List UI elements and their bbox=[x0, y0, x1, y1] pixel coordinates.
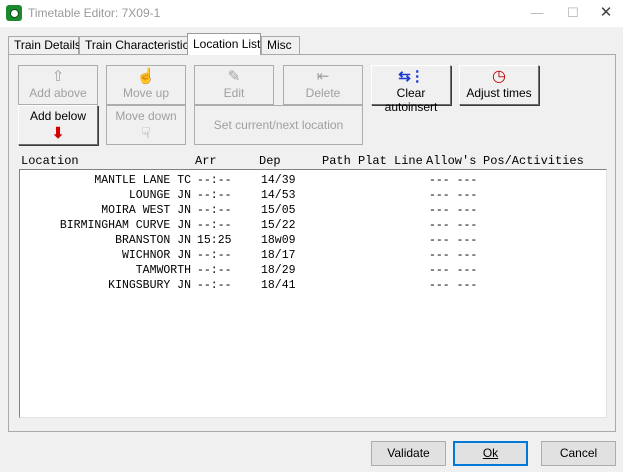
cancel-button[interactable]: Cancel bbox=[541, 441, 616, 466]
column-header-location: Location bbox=[21, 154, 79, 168]
allow-cell: --- --- bbox=[429, 279, 478, 292]
dep-cell: 18/17 bbox=[261, 249, 296, 262]
arrow-down-icon: ⬇ bbox=[51, 125, 65, 142]
tab-label: Location List bbox=[193, 37, 261, 51]
column-header-allows: Allow's bbox=[426, 154, 477, 168]
list-item[interactable]: BIRMINGHAM CURVE JN --:-- 15/22 --- --- bbox=[20, 218, 606, 233]
clock-icon: ◷ bbox=[492, 68, 506, 85]
arr-cell: 15:25 bbox=[197, 234, 232, 247]
column-header-arr: Arr bbox=[195, 154, 217, 168]
tab-location-list[interactable]: Location List bbox=[187, 33, 261, 55]
edit-label: Edit bbox=[223, 86, 245, 100]
ok-label: Ok bbox=[482, 446, 499, 460]
tab-train-details[interactable]: Train Details bbox=[8, 36, 81, 54]
dep-cell: 14/53 bbox=[261, 189, 296, 202]
cancel-label: Cancel bbox=[559, 446, 598, 460]
allow-cell: --- --- bbox=[429, 174, 478, 187]
location-cell: WICHNOR JN bbox=[121, 249, 191, 262]
adjust-times-label: Adjust times bbox=[466, 86, 532, 100]
arr-cell: --:-- bbox=[197, 204, 232, 217]
location-cell: BIRMINGHAM CURVE JN bbox=[59, 219, 191, 232]
location-listbox[interactable]: MANTLE LANE TC --:-- 14/39 --- --- LOUNG… bbox=[19, 169, 607, 418]
tab-bar: Train Details Train Characteristics Loca… bbox=[8, 33, 616, 56]
list-item[interactable]: MANTLE LANE TC --:-- 14/39 --- --- bbox=[20, 173, 606, 188]
tab-train-characteristics[interactable]: Train Characteristics bbox=[79, 36, 195, 54]
allow-cell: --- --- bbox=[429, 189, 478, 202]
move-up-label: Move up bbox=[122, 86, 170, 100]
arrow-up-icon: ⇧ bbox=[51, 68, 65, 85]
edit-button[interactable]: ✎ Edit bbox=[194, 65, 274, 105]
title-bar: Timetable Editor: 7X09-1 — ☐ ✕ bbox=[0, 0, 623, 28]
allow-cell: --- --- bbox=[429, 204, 478, 217]
location-cell: BRANSTON JN bbox=[115, 234, 191, 247]
app-icon bbox=[6, 5, 22, 21]
arr-cell: --:-- bbox=[197, 174, 232, 187]
add-below-button[interactable]: Add below ⬇ bbox=[18, 105, 98, 145]
dep-cell: 14/39 bbox=[261, 174, 296, 187]
location-cell: LOUNGE JN bbox=[128, 189, 191, 202]
validate-button[interactable]: Validate bbox=[371, 441, 446, 466]
close-button[interactable]: ✕ bbox=[589, 0, 623, 27]
list-item[interactable]: MOIRA WEST JN --:-- 15/05 --- --- bbox=[20, 203, 606, 218]
allow-cell: --- --- bbox=[429, 249, 478, 262]
arr-cell: --:-- bbox=[197, 189, 232, 202]
tab-label: Misc bbox=[267, 38, 292, 52]
allow-cell: --- --- bbox=[429, 234, 478, 247]
location-cell: TAMWORTH bbox=[135, 264, 191, 277]
ok-button[interactable]: Ok bbox=[453, 441, 528, 466]
column-header-dep: Dep bbox=[259, 154, 281, 168]
move-up-button[interactable]: ☝ Move up bbox=[106, 65, 186, 105]
set-current-next-location-button[interactable]: Set current/next location bbox=[194, 105, 363, 145]
move-down-button[interactable]: Move down ☟ bbox=[106, 105, 186, 145]
window-title: Timetable Editor: 7X09-1 bbox=[28, 6, 161, 20]
delete-button[interactable]: ⇤ Delete bbox=[283, 65, 363, 105]
add-above-button[interactable]: ⇧ Add above bbox=[18, 65, 98, 105]
list-item[interactable]: LOUNGE JN --:-- 14/53 --- --- bbox=[20, 188, 606, 203]
dep-cell: 15/05 bbox=[261, 204, 296, 217]
list-item[interactable]: KINGSBURY JN --:-- 18/41 --- --- bbox=[20, 278, 606, 293]
minimize-button[interactable]: — bbox=[520, 0, 554, 27]
location-cell: MOIRA WEST JN bbox=[101, 204, 191, 217]
hand-up-icon: ☝ bbox=[136, 68, 156, 85]
list-item[interactable]: BRANSTON JN 15:25 18w09 --- --- bbox=[20, 233, 606, 248]
add-below-label: Add below bbox=[29, 109, 87, 123]
clear-autoinsert-label: Clear autoinsert bbox=[384, 86, 438, 114]
arr-cell: --:-- bbox=[197, 249, 232, 262]
hand-down-icon: ☟ bbox=[141, 125, 151, 142]
add-above-label: Add above bbox=[29, 86, 87, 100]
delete-label: Delete bbox=[305, 86, 341, 100]
dep-cell: 18w09 bbox=[261, 234, 296, 247]
tab-label: Train Characteristics bbox=[85, 38, 195, 52]
location-cell: KINGSBURY JN bbox=[108, 279, 191, 292]
list-item[interactable]: WICHNOR JN --:-- 18/17 --- --- bbox=[20, 248, 606, 263]
edit-document-icon: ✎ bbox=[227, 68, 241, 85]
arr-cell: --:-- bbox=[197, 279, 232, 292]
dep-cell: 18/29 bbox=[261, 264, 296, 277]
move-down-label: Move down bbox=[115, 109, 177, 123]
list-item[interactable]: TAMWORTH --:-- 18/29 --- --- bbox=[20, 263, 606, 278]
arr-cell: --:-- bbox=[197, 264, 232, 277]
delete-row-icon: ⇤ bbox=[316, 68, 330, 85]
adjust-times-button[interactable]: ◷ Adjust times bbox=[459, 65, 539, 105]
tab-misc[interactable]: Misc bbox=[261, 36, 300, 54]
maximize-button[interactable]: ☐ bbox=[556, 0, 590, 27]
set-current-next-label: Set current/next location bbox=[213, 118, 344, 132]
dep-cell: 18/41 bbox=[261, 279, 296, 292]
tab-label: Train Details bbox=[14, 38, 81, 52]
column-header-pos-activities: Pos/Activities bbox=[483, 154, 584, 168]
allow-cell: --- --- bbox=[429, 264, 478, 277]
allow-cell: --- --- bbox=[429, 219, 478, 232]
column-header-path-plat-line: Path Plat Line bbox=[322, 154, 423, 168]
location-cell: MANTLE LANE TC bbox=[94, 174, 191, 187]
arr-cell: --:-- bbox=[197, 219, 232, 232]
dep-cell: 15/22 bbox=[261, 219, 296, 232]
clear-autoinsert-icon: ⇆⋮ bbox=[398, 68, 425, 85]
clear-autoinsert-button[interactable]: ⇆⋮ Clear autoinsert bbox=[371, 65, 451, 114]
